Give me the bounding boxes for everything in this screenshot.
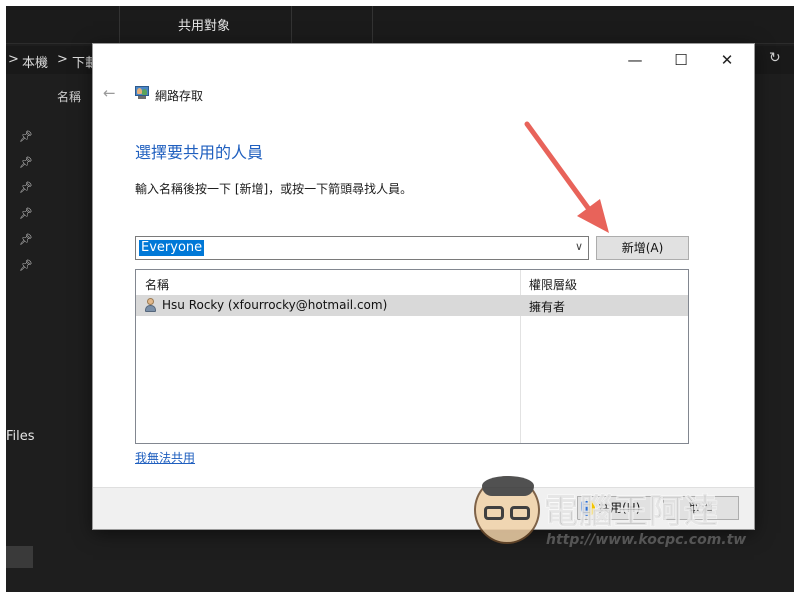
dialog-instructions: 輸入名稱後按一下 [新增]，或按一下箭頭尋找人員。 <box>135 182 413 196</box>
sidebar-selected-item[interactable] <box>6 546 33 568</box>
watermark-mascot <box>474 476 540 544</box>
column-header-name[interactable]: 名稱 <box>145 276 169 293</box>
user-name-input-value[interactable]: Everyone <box>139 240 205 256</box>
pin-icon[interactable]: 📌︎ <box>19 207 33 220</box>
share-with-tab[interactable]: 共用對象 <box>178 15 230 34</box>
pin-icon[interactable]: 📌︎ <box>19 156 33 169</box>
minimize-button[interactable]: — <box>612 49 658 71</box>
permission-level[interactable]: 擁有者 <box>529 298 565 315</box>
pin-icon[interactable]: 📌︎ <box>19 181 33 194</box>
column-header-name[interactable]: 名稱 <box>57 88 81 105</box>
pin-icon[interactable]: 📌︎ <box>19 259 33 272</box>
sidebar-files-label[interactable]: Files <box>6 429 35 444</box>
back-arrow-icon[interactable]: ← <box>103 84 116 102</box>
network-access-dialog: — ☐ ✕ ← 網路存取 選擇要共用的人員 輸入名稱後按一下 [新增]，或按一下… <box>93 44 754 529</box>
column-header-permission[interactable]: 權限層級 <box>529 276 577 293</box>
user-name-combobox[interactable]: Everyone ∨ <box>135 236 589 260</box>
maximize-button[interactable]: ☐ <box>658 49 704 71</box>
refresh-icon[interactable]: ↻ <box>769 50 781 66</box>
breadcrumb-separator: > <box>57 52 68 67</box>
close-button[interactable]: ✕ <box>704 49 750 71</box>
list-header: 名稱 權限層級 <box>136 270 688 295</box>
watermark: 電腦王阿達 http://www.kocpc.com.tw <box>470 474 770 554</box>
ribbon-separator <box>372 6 373 44</box>
watermark-url: http://www.kocpc.com.tw <box>546 532 747 548</box>
dialog-title: 網路存取 <box>155 89 204 103</box>
ribbon-separator <box>291 6 292 44</box>
user-icon <box>145 298 156 312</box>
chevron-down-icon[interactable]: ∨ <box>575 240 583 253</box>
table-row[interactable]: Hsu Rocky (xfourrocky@hotmail.com) 擁有者 <box>136 295 688 316</box>
pin-icon[interactable]: 📌︎ <box>19 130 33 143</box>
pin-icon[interactable]: 📌︎ <box>19 233 33 246</box>
add-button[interactable]: 新增(A) <box>596 236 689 260</box>
breadcrumb-this-pc[interactable]: 本機 <box>22 52 48 71</box>
sharing-list[interactable]: 名稱 權限層級 Hsu Rocky (xfourrocky@hotmail.co… <box>135 269 689 444</box>
ribbon-separator <box>119 6 120 44</box>
cant-share-link[interactable]: 我無法共用 <box>135 449 195 466</box>
breadcrumb-separator: > <box>8 52 19 67</box>
dialog-heading: 選擇要共用的人員 <box>135 143 264 162</box>
network-access-icon <box>134 86 150 100</box>
watermark-title: 電腦王阿達 <box>544 492 719 533</box>
explorer-ribbon: 共用對象 <box>6 6 794 44</box>
user-name: Hsu Rocky (xfourrocky@hotmail.com) <box>162 298 388 312</box>
